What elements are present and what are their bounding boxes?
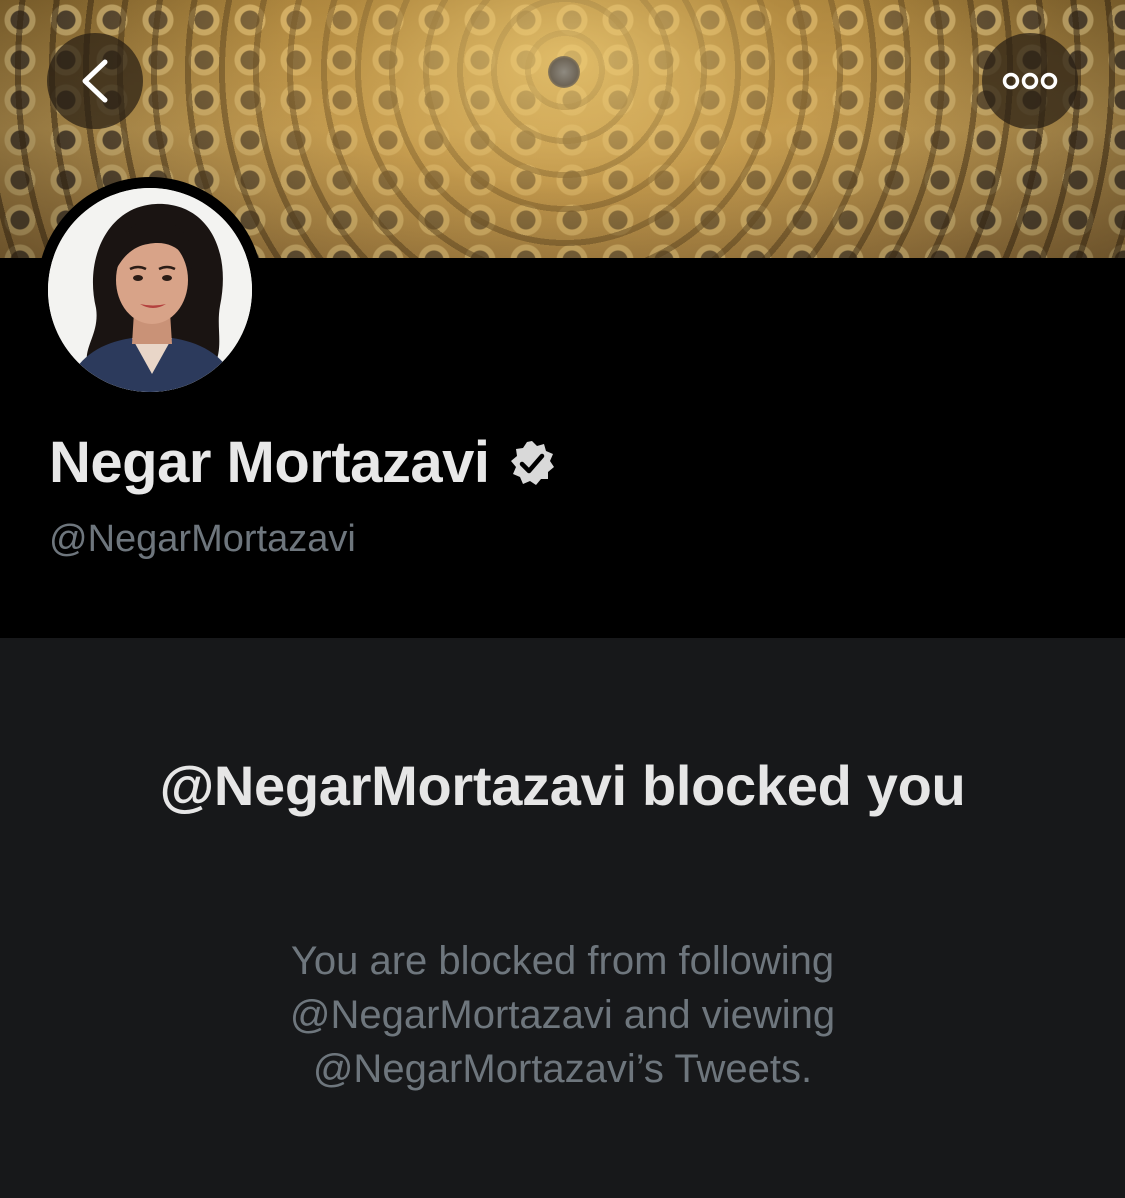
avatar[interactable] bbox=[48, 188, 252, 392]
display-name: Negar Mortazavi bbox=[49, 430, 490, 495]
more-horizontal-icon bbox=[1002, 72, 1058, 90]
username-handle: @NegarMortazavi bbox=[49, 518, 356, 560]
dome-center-ornament bbox=[548, 56, 580, 88]
back-button[interactable] bbox=[47, 33, 143, 129]
blocked-message: You are blocked from following @NegarMor… bbox=[289, 939, 836, 1091]
name-row: Negar Mortazavi bbox=[49, 428, 556, 498]
profile-photo bbox=[48, 188, 252, 392]
profile-page: Negar Mortazavi @NegarMortazavi @NegarMo… bbox=[0, 0, 1125, 1198]
blocked-title: @NegarMortazavi blocked you bbox=[159, 754, 966, 817]
more-options-button[interactable] bbox=[982, 33, 1078, 129]
blocked-notice-panel: @NegarMortazavi blocked you You are bloc… bbox=[0, 638, 1125, 1198]
verified-badge-icon bbox=[508, 439, 556, 487]
avatar-border bbox=[37, 177, 263, 403]
chevron-left-icon bbox=[82, 59, 108, 103]
